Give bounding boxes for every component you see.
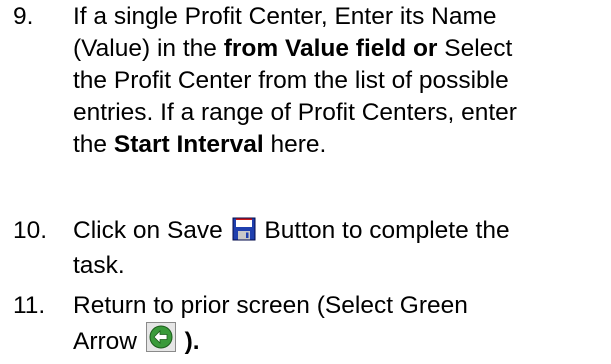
step-body: Click on Save Button to complete the tas…	[73, 215, 608, 282]
step-number: 11.	[13, 292, 46, 319]
step-body: Return to prior screen (Select Green Arr…	[73, 290, 608, 364]
bold-term: from Value field or	[223, 35, 438, 62]
step-body: If a single Profit Center, Enter its Nam…	[73, 1, 608, 161]
step-line: Arrow ).	[73, 322, 608, 364]
step-line: task.	[73, 252, 125, 279]
green-back-arrow-icon	[145, 322, 176, 364]
step-line: Click on Save Button to complete the	[73, 215, 608, 250]
step-line: (Value) in the from Value field or Selec…	[73, 35, 513, 62]
bold-term: Start Interval	[113, 131, 264, 158]
step-line: the Profit Center from the list of possi…	[73, 67, 509, 94]
document-page: 9. If a single Profit Center, Enter its …	[0, 0, 611, 360]
step-line: Return to prior screen (Select Green	[73, 292, 468, 319]
step-line: If a single Profit Center, Enter its Nam…	[73, 3, 497, 30]
save-floppy-icon	[232, 217, 256, 250]
step-line: the Start Interval here.	[73, 131, 327, 158]
step-line: entries. If a range of Profit Centers, e…	[73, 99, 517, 126]
step-number: 10.	[13, 217, 48, 244]
step-number: 9.	[13, 3, 34, 30]
